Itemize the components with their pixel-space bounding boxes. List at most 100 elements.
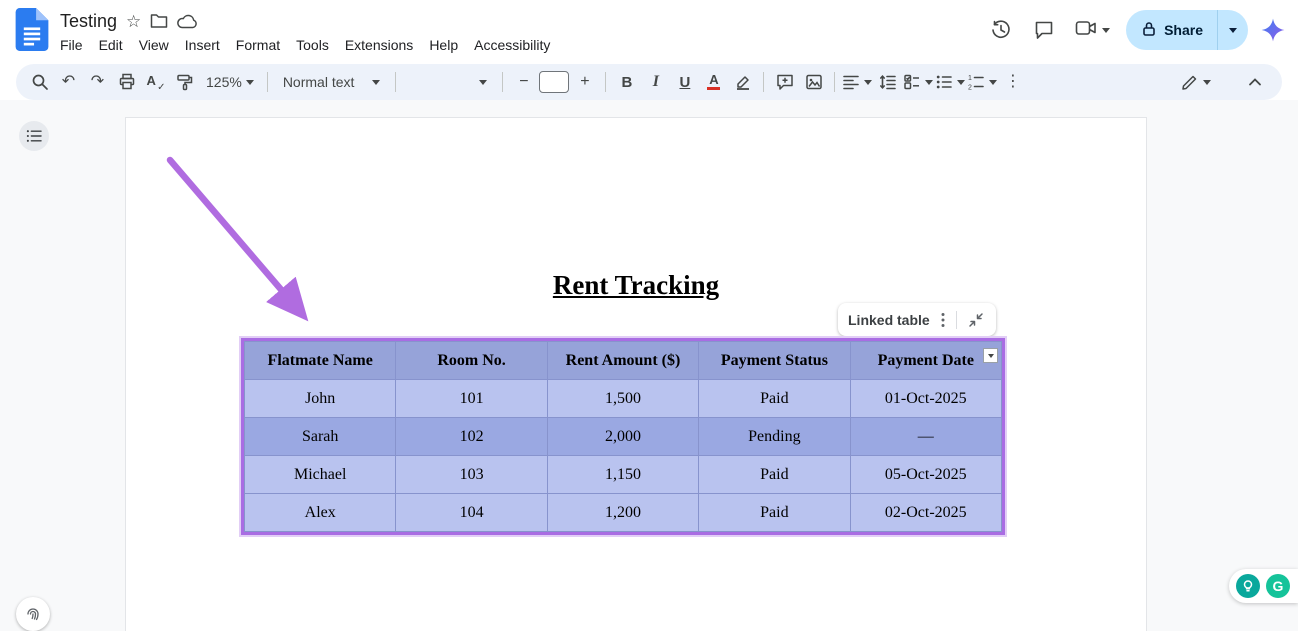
table-cell[interactable]: Paid xyxy=(699,456,850,494)
redo-button[interactable]: ↷ xyxy=(84,69,111,96)
menu-help[interactable]: Help xyxy=(421,35,466,55)
table-cell[interactable]: Paid xyxy=(699,494,850,532)
checklist-dropdown[interactable] xyxy=(903,69,933,96)
table-header-cell[interactable]: Flatmate Name xyxy=(245,342,396,380)
rent-table: Flatmate Name Room No. Rent Amount ($) P… xyxy=(244,341,1002,532)
highlight-color-button[interactable] xyxy=(729,69,756,96)
insert-image-button[interactable] xyxy=(800,69,827,96)
chip-more-options-button[interactable] xyxy=(939,310,947,330)
font-size-decrease-button[interactable]: − xyxy=(510,69,537,96)
table-header-cell[interactable]: Payment Status xyxy=(699,342,850,380)
search-menus-button[interactable] xyxy=(26,69,53,96)
spellcheck-button[interactable]: A✓ xyxy=(142,69,169,96)
toolbar-divider xyxy=(605,72,606,92)
chip-divider xyxy=(956,311,957,329)
table-cell[interactable]: 01-Oct-2025 xyxy=(850,380,1001,418)
table-cell[interactable]: 1,200 xyxy=(547,494,698,532)
menu-accessibility[interactable]: Accessibility xyxy=(466,35,558,55)
header-main: Testing ☆ File Edit View Insert Format T… xyxy=(60,8,558,55)
paint-format-button[interactable] xyxy=(171,69,198,96)
chip-collapse-button[interactable] xyxy=(966,310,986,330)
hide-menus-button[interactable] xyxy=(1241,69,1268,96)
chevron-down-icon xyxy=(864,80,872,85)
zoom-dropdown[interactable]: 125% xyxy=(200,69,260,96)
bold-button[interactable]: B xyxy=(613,69,640,96)
table-cell[interactable]: Pending xyxy=(699,418,850,456)
svg-text:1: 1 xyxy=(968,75,972,82)
line-spacing-button[interactable] xyxy=(874,69,901,96)
table-cell[interactable]: 2,000 xyxy=(547,418,698,456)
table-cell[interactable]: Alex xyxy=(245,494,396,532)
paragraph-style-dropdown[interactable]: Normal text xyxy=(275,69,389,96)
table-cell[interactable]: — xyxy=(850,418,1001,456)
table-cell[interactable]: Sarah xyxy=(245,418,396,456)
cloud-status-icon[interactable] xyxy=(177,14,197,29)
undo-button[interactable]: ↶ xyxy=(55,69,82,96)
document-workspace: Rent Tracking Linked table Flatmate Name xyxy=(0,100,1298,631)
document-page[interactable]: Rent Tracking Linked table Flatmate Name xyxy=(125,117,1147,631)
table-header-cell[interactable]: Room No. xyxy=(396,342,547,380)
title-row: Testing ☆ xyxy=(60,8,558,34)
editing-mode-dropdown[interactable] xyxy=(1181,69,1211,96)
table-options-button[interactable] xyxy=(983,348,998,363)
share-dropdown-button[interactable] xyxy=(1218,10,1248,50)
comments-button[interactable] xyxy=(1029,15,1059,45)
more-formatting-button[interactable]: ⋮ xyxy=(999,69,1026,96)
chevron-down-icon xyxy=(372,80,380,85)
docs-logo-icon[interactable] xyxy=(15,8,49,51)
numbered-list-dropdown[interactable]: 12 xyxy=(967,69,997,96)
menu-tools[interactable]: Tools xyxy=(288,35,337,55)
gemini-icon[interactable] xyxy=(1260,17,1286,43)
table-header-cell[interactable]: Payment Date xyxy=(850,342,1001,380)
menu-view[interactable]: View xyxy=(131,35,177,55)
align-dropdown[interactable] xyxy=(842,69,872,96)
italic-button[interactable]: I xyxy=(642,69,669,96)
chevron-down-icon xyxy=(479,80,487,85)
table-cell[interactable]: 02-Oct-2025 xyxy=(850,494,1001,532)
table-row: Michael 103 1,150 Paid 05-Oct-2025 xyxy=(245,456,1002,494)
share-button[interactable]: Share xyxy=(1126,10,1248,50)
star-icon[interactable]: ☆ xyxy=(126,13,141,30)
table-header-cell[interactable]: Rent Amount ($) xyxy=(547,342,698,380)
document-title[interactable]: Testing xyxy=(60,11,117,32)
menu-extensions[interactable]: Extensions xyxy=(337,35,421,55)
table-cell[interactable]: 05-Oct-2025 xyxy=(850,456,1001,494)
font-size-input[interactable] xyxy=(539,71,569,93)
font-family-dropdown[interactable] xyxy=(403,69,495,96)
menu-file[interactable]: File xyxy=(52,35,91,55)
version-history-button[interactable] xyxy=(985,14,1017,46)
table-cell[interactable]: 101 xyxy=(396,380,547,418)
chevron-down-icon xyxy=(1203,80,1211,85)
meet-button[interactable] xyxy=(1071,16,1114,45)
table-cell[interactable]: Paid xyxy=(699,380,850,418)
bulleted-list-dropdown[interactable] xyxy=(935,69,965,96)
linked-table[interactable]: Flatmate Name Room No. Rent Amount ($) P… xyxy=(241,338,1005,535)
menu-format[interactable]: Format xyxy=(228,35,288,55)
table-row: Sarah 102 2,000 Pending — xyxy=(245,418,1002,456)
menu-insert[interactable]: Insert xyxy=(177,35,228,55)
insert-comment-button[interactable] xyxy=(771,69,798,96)
chevron-down-icon xyxy=(989,80,997,85)
chevron-down-icon xyxy=(246,80,254,85)
move-folder-icon[interactable] xyxy=(150,13,168,29)
document-heading[interactable]: Rent Tracking xyxy=(126,270,1146,301)
table-cell[interactable]: 104 xyxy=(396,494,547,532)
explore-button[interactable] xyxy=(16,597,50,631)
table-cell[interactable]: Michael xyxy=(245,456,396,494)
video-camera-icon xyxy=(1075,20,1097,41)
grammarly-assistant-icon[interactable] xyxy=(1236,574,1260,598)
print-button[interactable] xyxy=(113,69,140,96)
grammarly-dock: G xyxy=(1229,569,1298,603)
table-cell[interactable]: 1,150 xyxy=(547,456,698,494)
font-size-increase-button[interactable]: + xyxy=(571,69,598,96)
table-cell[interactable]: John xyxy=(245,380,396,418)
grammarly-icon[interactable]: G xyxy=(1266,574,1290,598)
table-cell[interactable]: 102 xyxy=(396,418,547,456)
document-outline-button[interactable] xyxy=(19,121,49,151)
menu-edit[interactable]: Edit xyxy=(91,35,131,55)
table-cell[interactable]: 103 xyxy=(396,456,547,494)
underline-button[interactable]: U xyxy=(671,69,698,96)
text-color-button[interactable]: A xyxy=(700,69,727,96)
linked-table-label: Linked table xyxy=(848,312,930,328)
table-cell[interactable]: 1,500 xyxy=(547,380,698,418)
